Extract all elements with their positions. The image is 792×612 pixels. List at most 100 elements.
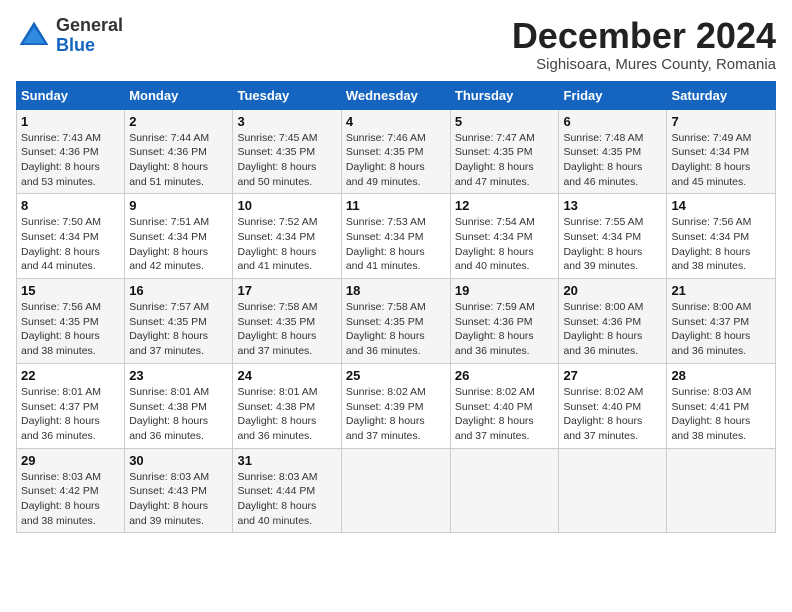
calendar-cell bbox=[559, 448, 667, 533]
day-info: Sunrise: 7:46 AM Sunset: 4:35 PM Dayligh… bbox=[346, 131, 446, 190]
calendar-cell: 26 Sunrise: 8:02 AM Sunset: 4:40 PM Dayli… bbox=[450, 363, 559, 448]
calendar-cell: 14 Sunrise: 7:56 AM Sunset: 4:34 PM Dayli… bbox=[667, 194, 776, 279]
location-subtitle: Sighisoara, Mures County, Romania bbox=[512, 56, 776, 73]
day-info: Sunrise: 8:03 AM Sunset: 4:42 PM Dayligh… bbox=[21, 470, 120, 529]
calendar-cell: 4 Sunrise: 7:46 AM Sunset: 4:35 PM Daylig… bbox=[341, 109, 450, 194]
calendar-cell: 30Sunrise: 8:03 AM Sunset: 4:43 PM Dayli… bbox=[125, 448, 233, 533]
day-info: Sunrise: 7:58 AM Sunset: 4:35 PM Dayligh… bbox=[237, 300, 336, 359]
calendar-cell: 27Sunrise: 8:02 AM Sunset: 4:40 PM Dayli… bbox=[559, 363, 667, 448]
day-info: Sunrise: 7:59 AM Sunset: 4:36 PM Dayligh… bbox=[455, 300, 555, 359]
logo: General Blue bbox=[16, 16, 123, 56]
day-info: Sunrise: 8:02 AM Sunset: 4:40 PM Dayligh… bbox=[455, 385, 555, 444]
weekday-header-sunday: Sunday bbox=[17, 81, 125, 109]
day-info: Sunrise: 7:45 AM Sunset: 4:35 PM Dayligh… bbox=[237, 131, 336, 190]
day-number: 18 bbox=[346, 283, 446, 298]
logo-text: General Blue bbox=[56, 16, 123, 56]
day-info: Sunrise: 8:00 AM Sunset: 4:37 PM Dayligh… bbox=[671, 300, 771, 359]
calendar-body: 1Sunrise: 7:43 AM Sunset: 4:36 PM Daylig… bbox=[17, 109, 776, 533]
calendar-cell: 20Sunrise: 8:00 AM Sunset: 4:36 PM Dayli… bbox=[559, 279, 667, 364]
calendar-cell: 11 Sunrise: 7:53 AM Sunset: 4:34 PM Dayli… bbox=[341, 194, 450, 279]
day-number: 13 bbox=[563, 198, 662, 213]
day-info: Sunrise: 7:56 AM Sunset: 4:34 PM Dayligh… bbox=[671, 215, 771, 274]
logo-general: General bbox=[56, 16, 123, 36]
calendar-cell: 24 Sunrise: 8:01 AM Sunset: 4:38 PM Dayli… bbox=[233, 363, 341, 448]
day-info: Sunrise: 8:03 AM Sunset: 4:43 PM Dayligh… bbox=[129, 470, 228, 529]
day-number: 16 bbox=[129, 283, 228, 298]
day-number: 14 bbox=[671, 198, 771, 213]
day-number: 7 bbox=[671, 114, 771, 129]
day-number: 23 bbox=[129, 368, 228, 383]
day-number: 25 bbox=[346, 368, 446, 383]
day-number: 26 bbox=[455, 368, 555, 383]
calendar-week-row: 22 Sunrise: 8:01 AM Sunset: 4:37 PM Dayli… bbox=[17, 363, 776, 448]
calendar-table: SundayMondayTuesdayWednesdayThursdayFrid… bbox=[16, 81, 776, 534]
title-block: December 2024 Sighisoara, Mures County, … bbox=[512, 16, 776, 73]
day-info: Sunrise: 8:03 AM Sunset: 4:44 PM Dayligh… bbox=[237, 470, 336, 529]
day-info: Sunrise: 8:01 AM Sunset: 4:38 PM Dayligh… bbox=[237, 385, 336, 444]
day-info: Sunrise: 7:57 AM Sunset: 4:35 PM Dayligh… bbox=[129, 300, 228, 359]
weekday-header-saturday: Saturday bbox=[667, 81, 776, 109]
weekday-header-row: SundayMondayTuesdayWednesdayThursdayFrid… bbox=[17, 81, 776, 109]
calendar-cell: 28 Sunrise: 8:03 AM Sunset: 4:41 PM Dayli… bbox=[667, 363, 776, 448]
day-number: 8 bbox=[21, 198, 120, 213]
calendar-cell: 29 Sunrise: 8:03 AM Sunset: 4:42 PM Dayli… bbox=[17, 448, 125, 533]
calendar-cell: 1Sunrise: 7:43 AM Sunset: 4:36 PM Daylig… bbox=[17, 109, 125, 194]
page-header: General Blue December 2024 Sighisoara, M… bbox=[16, 16, 776, 73]
weekday-header-monday: Monday bbox=[125, 81, 233, 109]
calendar-cell: 19 Sunrise: 7:59 AM Sunset: 4:36 PM Dayli… bbox=[450, 279, 559, 364]
calendar-cell: 10 Sunrise: 7:52 AM Sunset: 4:34 PM Dayli… bbox=[233, 194, 341, 279]
day-number: 28 bbox=[671, 368, 771, 383]
calendar-week-row: 29 Sunrise: 8:03 AM Sunset: 4:42 PM Dayli… bbox=[17, 448, 776, 533]
day-number: 12 bbox=[455, 198, 555, 213]
calendar-cell bbox=[667, 448, 776, 533]
day-info: Sunrise: 7:54 AM Sunset: 4:34 PM Dayligh… bbox=[455, 215, 555, 274]
day-info: Sunrise: 8:02 AM Sunset: 4:39 PM Dayligh… bbox=[346, 385, 446, 444]
day-info: Sunrise: 8:02 AM Sunset: 4:40 PM Dayligh… bbox=[563, 385, 662, 444]
day-info: Sunrise: 7:50 AM Sunset: 4:34 PM Dayligh… bbox=[21, 215, 120, 274]
logo-blue: Blue bbox=[56, 36, 123, 56]
calendar-cell: 21Sunrise: 8:00 AM Sunset: 4:37 PM Dayli… bbox=[667, 279, 776, 364]
month-year-title: December 2024 bbox=[512, 16, 776, 56]
day-info: Sunrise: 7:55 AM Sunset: 4:34 PM Dayligh… bbox=[563, 215, 662, 274]
day-number: 15 bbox=[21, 283, 120, 298]
day-number: 10 bbox=[237, 198, 336, 213]
calendar-cell: 31 Sunrise: 8:03 AM Sunset: 4:44 PM Dayli… bbox=[233, 448, 341, 533]
calendar-cell: 6Sunrise: 7:48 AM Sunset: 4:35 PM Daylig… bbox=[559, 109, 667, 194]
day-info: Sunrise: 7:56 AM Sunset: 4:35 PM Dayligh… bbox=[21, 300, 120, 359]
day-number: 24 bbox=[237, 368, 336, 383]
day-number: 4 bbox=[346, 114, 446, 129]
calendar-cell: 23Sunrise: 8:01 AM Sunset: 4:38 PM Dayli… bbox=[125, 363, 233, 448]
calendar-cell bbox=[341, 448, 450, 533]
calendar-cell: 8 Sunrise: 7:50 AM Sunset: 4:34 PM Daylig… bbox=[17, 194, 125, 279]
day-number: 19 bbox=[455, 283, 555, 298]
calendar-cell: 13 Sunrise: 7:55 AM Sunset: 4:34 PM Dayli… bbox=[559, 194, 667, 279]
day-number: 9 bbox=[129, 198, 228, 213]
day-info: Sunrise: 7:53 AM Sunset: 4:34 PM Dayligh… bbox=[346, 215, 446, 274]
day-info: Sunrise: 8:03 AM Sunset: 4:41 PM Dayligh… bbox=[671, 385, 771, 444]
day-number: 11 bbox=[346, 198, 446, 213]
calendar-cell: 7 Sunrise: 7:49 AM Sunset: 4:34 PM Daylig… bbox=[667, 109, 776, 194]
calendar-cell: 9Sunrise: 7:51 AM Sunset: 4:34 PM Daylig… bbox=[125, 194, 233, 279]
day-info: Sunrise: 8:00 AM Sunset: 4:36 PM Dayligh… bbox=[563, 300, 662, 359]
day-number: 5 bbox=[455, 114, 555, 129]
day-number: 31 bbox=[237, 453, 336, 468]
calendar-cell: 3Sunrise: 7:45 AM Sunset: 4:35 PM Daylig… bbox=[233, 109, 341, 194]
day-info: Sunrise: 7:44 AM Sunset: 4:36 PM Dayligh… bbox=[129, 131, 228, 190]
weekday-header-friday: Friday bbox=[559, 81, 667, 109]
day-number: 22 bbox=[21, 368, 120, 383]
day-info: Sunrise: 7:49 AM Sunset: 4:34 PM Dayligh… bbox=[671, 131, 771, 190]
calendar-cell bbox=[450, 448, 559, 533]
calendar-cell: 5 Sunrise: 7:47 AM Sunset: 4:35 PM Daylig… bbox=[450, 109, 559, 194]
day-info: Sunrise: 7:47 AM Sunset: 4:35 PM Dayligh… bbox=[455, 131, 555, 190]
day-number: 2 bbox=[129, 114, 228, 129]
calendar-cell: 12 Sunrise: 7:54 AM Sunset: 4:34 PM Dayli… bbox=[450, 194, 559, 279]
calendar-week-row: 15 Sunrise: 7:56 AM Sunset: 4:35 PM Dayli… bbox=[17, 279, 776, 364]
day-info: Sunrise: 8:01 AM Sunset: 4:37 PM Dayligh… bbox=[21, 385, 120, 444]
calendar-week-row: 8 Sunrise: 7:50 AM Sunset: 4:34 PM Daylig… bbox=[17, 194, 776, 279]
calendar-cell: 16 Sunrise: 7:57 AM Sunset: 4:35 PM Dayli… bbox=[125, 279, 233, 364]
calendar-cell: 17Sunrise: 7:58 AM Sunset: 4:35 PM Dayli… bbox=[233, 279, 341, 364]
weekday-header-thursday: Thursday bbox=[450, 81, 559, 109]
day-number: 29 bbox=[21, 453, 120, 468]
calendar-cell: 22 Sunrise: 8:01 AM Sunset: 4:37 PM Dayli… bbox=[17, 363, 125, 448]
day-info: Sunrise: 7:52 AM Sunset: 4:34 PM Dayligh… bbox=[237, 215, 336, 274]
